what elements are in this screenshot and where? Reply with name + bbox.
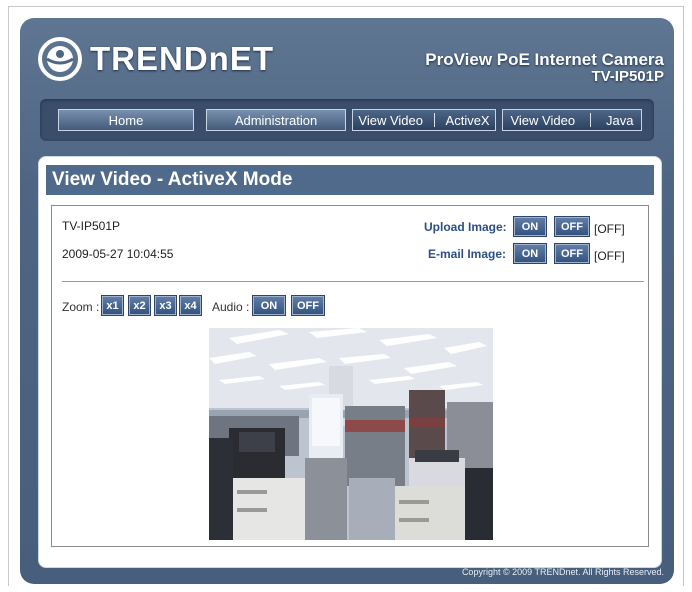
camera-datetime: 2009-05-27 10:04:55: [62, 247, 174, 261]
view-video-label: View Video: [510, 112, 576, 128]
camera-name: TV-IP501P: [62, 219, 121, 233]
logo-text: TRENDnET: [90, 40, 274, 77]
zoom-x4-button[interactable]: x4: [179, 295, 202, 316]
email-image-on-button[interactable]: ON: [513, 243, 547, 264]
trendnet-logo-icon: [38, 37, 82, 81]
nav-administration-button[interactable]: Administration: [206, 109, 346, 131]
upload-image-status: [OFF]: [594, 222, 625, 236]
email-image-status: [OFF]: [594, 249, 625, 263]
email-image-label: E-mail Image:: [428, 247, 507, 261]
live-video-feed[interactable]: [209, 328, 493, 540]
upload-image-off-button[interactable]: OFF: [554, 216, 590, 237]
upload-image-on-button[interactable]: ON: [513, 216, 547, 237]
zoom-label: Zoom :: [62, 300, 100, 314]
nav-view-video-java-button[interactable]: View Video Java: [502, 109, 642, 131]
office-camera-image: [209, 328, 493, 540]
nav-view-video-activex-button[interactable]: View Video ActiveX: [352, 109, 496, 131]
email-image-off-button[interactable]: OFF: [554, 243, 590, 264]
zoom-x1-button[interactable]: x1: [101, 295, 124, 316]
divider: [62, 281, 644, 282]
page-title: View Video - ActiveX Mode: [46, 165, 654, 195]
activex-label: ActiveX: [445, 112, 490, 128]
audio-label: Audio :: [212, 300, 250, 314]
java-label: Java: [606, 112, 634, 128]
copyright-text: Copyright © 2009 TRENDnet. All Rights Re…: [461, 567, 664, 577]
audio-on-button[interactable]: ON: [252, 295, 286, 316]
nav-separator: [590, 113, 592, 127]
product-name: ProView PoE Internet Camera: [425, 50, 664, 69]
trendnet-logo: TRENDnET: [38, 34, 274, 84]
zoom-x2-button[interactable]: x2: [128, 295, 151, 316]
upload-image-label: Upload Image:: [424, 220, 507, 234]
view-video-label: View Video: [358, 112, 423, 128]
nav-home-button[interactable]: Home: [58, 109, 194, 131]
audio-off-button[interactable]: OFF: [291, 295, 325, 316]
product-model: TV-IP501P: [591, 68, 664, 85]
nav-separator: [433, 113, 435, 127]
zoom-x3-button[interactable]: x3: [154, 295, 177, 316]
